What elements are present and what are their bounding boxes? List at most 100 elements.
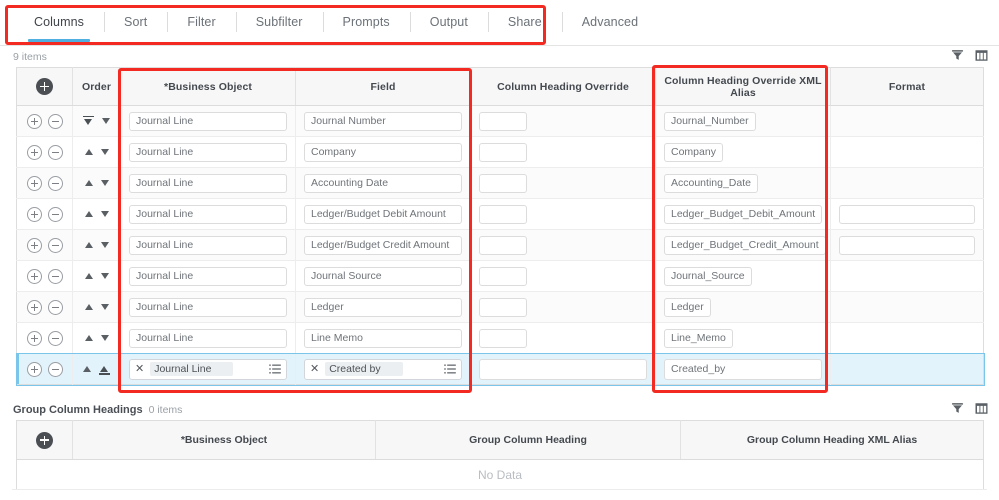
add-row-icon[interactable] (26, 113, 42, 129)
remove-row-icon[interactable] (47, 299, 63, 315)
field-input[interactable]: Accounting Date (304, 173, 462, 193)
move-down-icon[interactable] (100, 273, 109, 279)
remove-row-icon[interactable] (47, 113, 63, 129)
xml-alias-input[interactable]: Created_by (664, 358, 822, 380)
business-object-input[interactable]: Journal Line (129, 204, 287, 224)
field-input[interactable]: Line Memo (304, 328, 462, 348)
remove-chip-icon[interactable]: ✕ (134, 363, 145, 375)
remove-row-icon[interactable] (47, 330, 63, 346)
add-row-icon[interactable] (26, 361, 42, 377)
business-object-input[interactable]: Journal Line (129, 266, 287, 286)
move-to-top-icon[interactable] (83, 115, 94, 127)
business-object-prompt[interactable]: ✕ Journal Line (129, 358, 287, 380)
business-object-input[interactable]: Journal Line (129, 235, 287, 255)
xml-alias-input[interactable]: Line_Memo (664, 328, 733, 348)
move-down-icon[interactable] (102, 118, 110, 124)
list-options-icon[interactable] (269, 364, 281, 374)
move-down-icon[interactable] (100, 242, 109, 248)
column-heading-override-input[interactable] (479, 235, 527, 255)
column-heading-override-input[interactable] (479, 297, 527, 317)
table-row[interactable]: Journal Line Ledger/Budget Credit Amount L… (16, 229, 984, 261)
business-object-input[interactable]: Journal Line (129, 328, 287, 348)
table-row[interactable]: Journal Line Line Memo Line_Memo (16, 322, 984, 354)
add-row-icon[interactable] (26, 206, 42, 222)
remove-row-icon[interactable] (47, 206, 63, 222)
column-heading-override-input[interactable] (479, 142, 527, 162)
field-input[interactable]: Ledger (304, 297, 462, 317)
move-up-icon[interactable] (84, 211, 93, 217)
remove-chip-icon[interactable]: ✕ (309, 363, 320, 375)
column-heading-override-input[interactable] (479, 328, 527, 348)
remove-row-icon[interactable] (47, 144, 63, 160)
tab-filter[interactable]: Filter (167, 0, 235, 44)
move-down-icon[interactable] (100, 180, 109, 186)
field-input[interactable]: Ledger/Budget Debit Amount (304, 204, 462, 224)
remove-row-icon[interactable] (47, 237, 63, 253)
move-up-icon[interactable] (84, 304, 93, 310)
add-row-icon[interactable] (26, 330, 42, 346)
move-up-icon[interactable] (84, 242, 93, 248)
xml-alias-input[interactable]: Ledger_Budget_Credit_Amount (664, 235, 826, 255)
format-input[interactable] (839, 235, 975, 255)
add-row-icon[interactable] (26, 237, 42, 253)
tab-columns[interactable]: Columns (14, 0, 104, 44)
tab-prompts[interactable]: Prompts (322, 0, 410, 44)
add-row-icon[interactable] (26, 299, 42, 315)
business-object-input[interactable]: Journal Line (129, 297, 287, 317)
tab-share[interactable]: Share (487, 0, 562, 44)
format-input[interactable] (839, 204, 975, 224)
column-heading-override-input[interactable] (479, 111, 527, 131)
table-row-selected[interactable]: ✕ Journal Line ✕ Created by Created_by (15, 352, 985, 386)
xml-alias-input[interactable]: Ledger (664, 297, 711, 317)
column-heading-override-input[interactable] (479, 266, 527, 286)
add-row-button[interactable] (36, 78, 53, 95)
filter-funnel-icon[interactable] (950, 401, 965, 416)
remove-row-icon[interactable] (47, 268, 63, 284)
column-heading-override-input[interactable] (479, 173, 527, 193)
move-up-icon[interactable] (84, 273, 93, 279)
table-row[interactable]: Journal Line Ledger/Budget Debit Amount Le… (16, 198, 984, 230)
field-input[interactable]: Journal Number (304, 111, 462, 131)
move-up-icon[interactable] (84, 149, 93, 155)
column-chooser-icon[interactable] (974, 401, 989, 416)
xml-alias-input[interactable]: Company (664, 142, 723, 162)
group-add-row-button[interactable] (36, 431, 53, 449)
field-prompt[interactable]: ✕ Created by (304, 358, 462, 380)
filter-funnel-icon[interactable] (950, 48, 965, 63)
table-row[interactable]: Journal Line Journal Source Journal_Source (16, 260, 984, 292)
tab-output[interactable]: Output (409, 0, 488, 44)
table-row[interactable]: Journal Line Ledger Ledger (16, 291, 984, 323)
move-to-bottom-icon[interactable] (99, 364, 110, 375)
move-down-icon[interactable] (100, 304, 109, 310)
tab-sort[interactable]: Sort (104, 0, 167, 44)
xml-alias-input[interactable]: Journal_Number (664, 111, 756, 131)
add-row-icon[interactable] (26, 175, 42, 191)
move-up-icon[interactable] (84, 180, 93, 186)
move-down-icon[interactable] (100, 335, 109, 341)
business-object-input[interactable]: Journal Line (129, 173, 287, 193)
move-down-icon[interactable] (100, 211, 109, 217)
table-row[interactable]: Journal Line Company Company (16, 136, 984, 168)
tab-subfilter[interactable]: Subfilter (235, 0, 323, 44)
move-down-icon[interactable] (100, 149, 109, 155)
column-heading-override-input[interactable] (479, 204, 527, 224)
tab-advanced[interactable]: Advanced (561, 0, 658, 44)
table-row[interactable]: Journal Line Journal Number Journal_Number (16, 105, 984, 137)
field-input[interactable]: Company (304, 142, 462, 162)
business-object-input[interactable]: Journal Line (129, 111, 287, 131)
add-row-icon[interactable] (26, 268, 42, 284)
business-object-input[interactable]: Journal Line (129, 142, 287, 162)
list-options-icon[interactable] (444, 364, 456, 374)
move-up-icon[interactable] (83, 366, 91, 372)
field-input[interactable]: Ledger/Budget Credit Amount (304, 235, 462, 255)
field-input[interactable]: Journal Source (304, 266, 462, 286)
column-chooser-icon[interactable] (974, 48, 989, 63)
column-heading-override-input[interactable] (479, 358, 647, 380)
move-up-icon[interactable] (84, 335, 93, 341)
xml-alias-input[interactable]: Accounting_Date (664, 173, 758, 193)
add-row-icon[interactable] (26, 144, 42, 160)
xml-alias-input[interactable]: Journal_Source (664, 266, 752, 286)
remove-row-icon[interactable] (47, 175, 63, 191)
remove-row-icon[interactable] (47, 361, 63, 377)
table-row[interactable]: Journal Line Accounting Date Accounting_Da… (16, 167, 984, 199)
